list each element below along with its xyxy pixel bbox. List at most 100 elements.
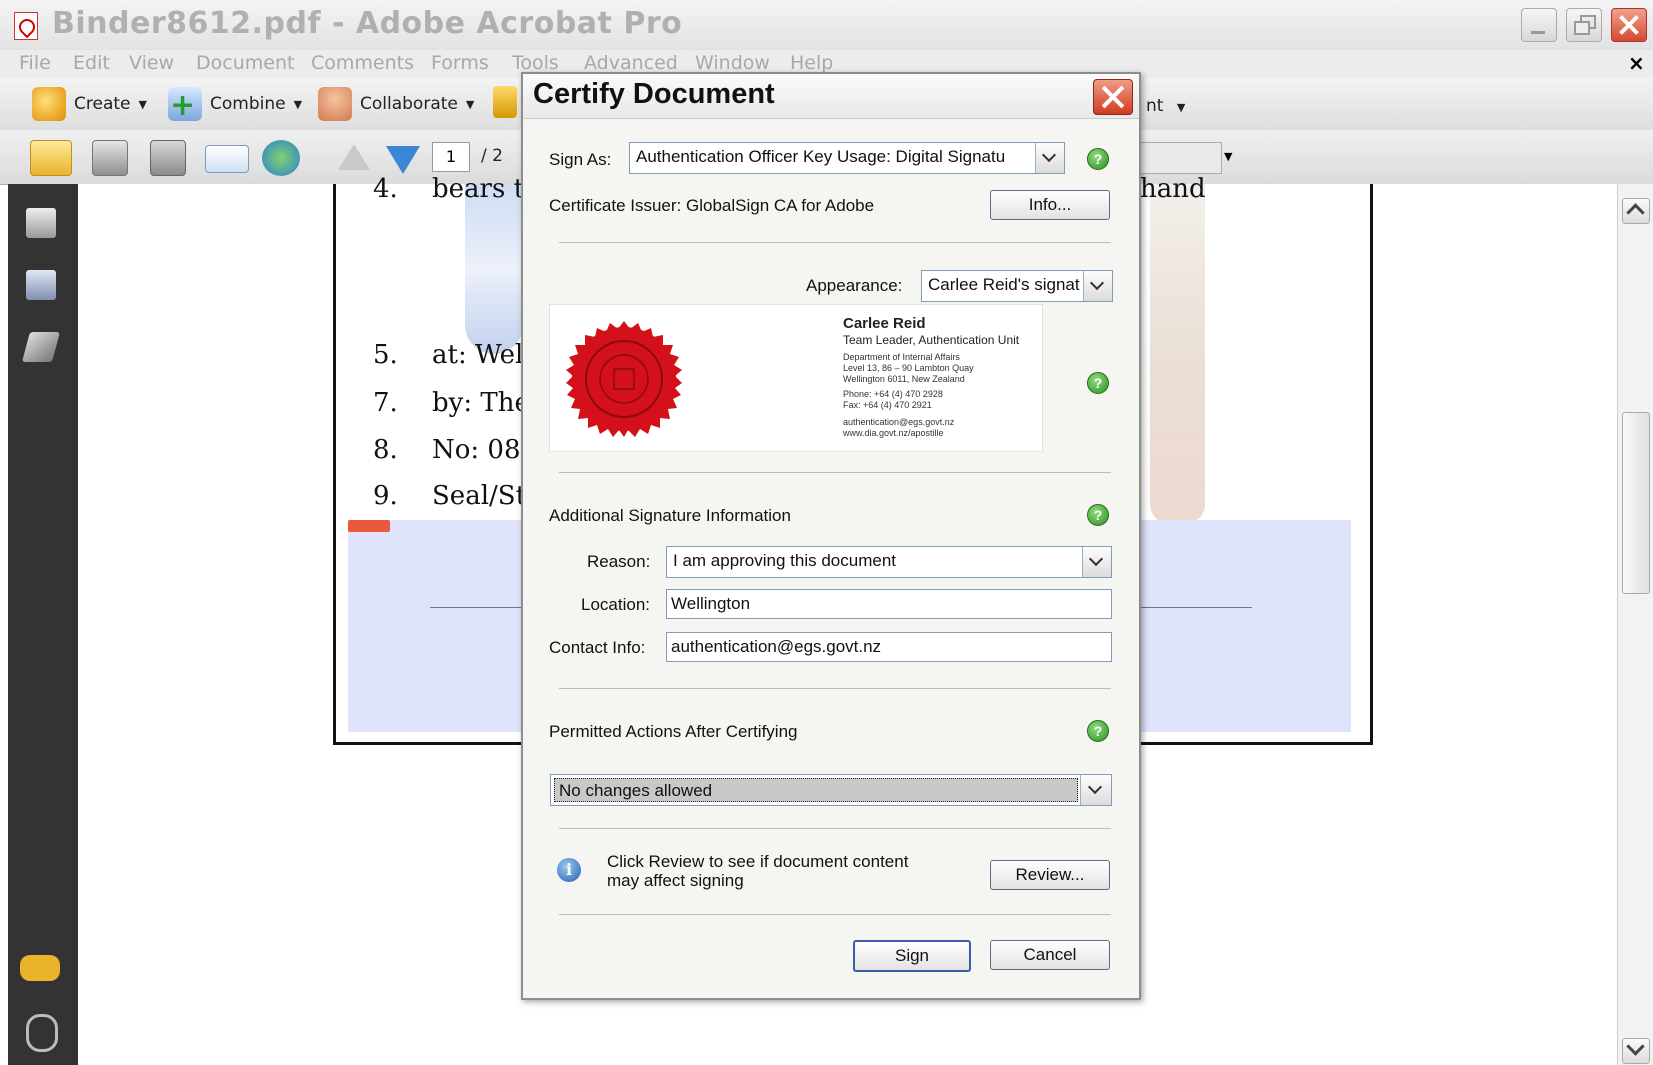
signature-line (430, 607, 525, 608)
appearance-select[interactable]: Carlee Reid's signat (921, 270, 1113, 302)
cancel-button[interactable]: Cancel (990, 940, 1110, 970)
doc-line-num: 8. (373, 435, 398, 465)
combine-button[interactable]: Combine ▼ (168, 86, 302, 122)
doc-line-num: 5. (373, 340, 398, 370)
create-icon (32, 87, 66, 121)
window-title: Binder8612.pdf - Adobe Acrobat Pro (52, 6, 683, 41)
attachment-icon[interactable] (26, 1014, 58, 1052)
location-field[interactable]: Wellington (666, 589, 1112, 619)
menu-edit[interactable]: Edit (73, 52, 110, 74)
zoom-field[interactable] (1140, 142, 1222, 174)
scroll-down-icon[interactable] (1622, 1038, 1650, 1064)
menu-file[interactable]: File (19, 52, 51, 74)
info-icon: i (557, 858, 581, 882)
sign-as-label: Sign As: (549, 150, 612, 169)
menu-view[interactable]: View (129, 52, 174, 74)
page-up-icon[interactable] (338, 144, 370, 170)
chevron-down-icon: ▼ (138, 97, 147, 111)
divider (559, 242, 1111, 243)
collaborate-icon (318, 87, 352, 121)
chevron-down-icon[interactable]: ▼ (1224, 150, 1232, 163)
menu-window[interactable]: Window (695, 52, 770, 74)
permitted-actions-heading: Permitted Actions After Certifying (549, 722, 798, 741)
menu-forms[interactable]: Forms (431, 52, 489, 74)
doc-line-text: by: The (432, 388, 530, 418)
sign-as-value: Authentication Officer Key Usage: Digita… (636, 147, 1006, 166)
chevron-down-icon[interactable] (1083, 271, 1112, 301)
pages-icon[interactable] (26, 208, 56, 238)
close-document-button[interactable]: × (1628, 51, 1645, 75)
collaborate-button[interactable]: Collaborate ▼ (318, 86, 474, 122)
chevron-down-icon: ▼ (1176, 101, 1186, 114)
chevron-down-icon[interactable] (1082, 547, 1111, 577)
chevron-down-icon[interactable] (1080, 775, 1111, 805)
close-icon[interactable] (1093, 79, 1133, 115)
chevron-down-icon[interactable] (1035, 143, 1064, 173)
location-label: Location: (581, 595, 650, 614)
help-icon[interactable]: ? (1087, 372, 1109, 394)
scroll-up-icon[interactable] (1622, 198, 1650, 224)
dialog-title: Certify Document (533, 78, 775, 110)
signer-detail: www.dia.govt.nz/apostille (843, 428, 944, 438)
location-value: Wellington (671, 594, 751, 613)
menu-document[interactable]: Document (196, 52, 294, 74)
scrollbar-thumb[interactable] (1622, 412, 1650, 594)
appearance-label: Appearance: (806, 276, 903, 295)
globe-icon[interactable] (262, 140, 300, 176)
toolbar-partial-button[interactable]: nt ▼ (1146, 96, 1185, 116)
signer-name: Carlee Reid (843, 315, 926, 332)
doc-line-text: at: Wel (432, 340, 524, 370)
reason-label: Reason: (587, 552, 651, 571)
save-icon[interactable] (150, 140, 186, 176)
sign-as-select[interactable]: Authentication Officer Key Usage: Digita… (629, 142, 1065, 174)
doc-line-num: 4. (373, 174, 398, 204)
vertical-scrollbar[interactable] (1617, 184, 1653, 1065)
email-icon[interactable] (205, 145, 249, 173)
field-tag-icon (348, 520, 390, 532)
close-window-button[interactable] (1611, 8, 1647, 42)
signer-detail: Level 13, 86 – 90 Lambton Quay (843, 363, 974, 373)
divider (559, 828, 1111, 829)
create-button[interactable]: Create ▼ (32, 86, 147, 122)
restore-button[interactable] (1566, 8, 1602, 42)
doc-line-num: 9. (373, 481, 398, 511)
menu-comments[interactable]: Comments (311, 52, 414, 74)
chevron-down-icon: ▼ (465, 97, 475, 111)
review-button[interactable]: Review... (990, 860, 1110, 890)
doc-line-text: Seal/St (432, 481, 527, 511)
menu-help[interactable]: Help (790, 52, 833, 74)
lock-icon[interactable] (493, 86, 517, 118)
sign-button[interactable]: Sign (853, 940, 971, 972)
signer-detail: Department of Internal Affairs (843, 352, 960, 362)
chevron-down-icon: ▼ (293, 97, 303, 111)
create-label: Create (74, 94, 131, 114)
minimize-button[interactable] (1521, 8, 1557, 42)
page-down-icon[interactable] (386, 146, 420, 174)
combine-icon (168, 87, 202, 121)
contact-info-label: Contact Info: (549, 638, 646, 657)
print-icon[interactable] (92, 140, 128, 176)
menu-tools[interactable]: Tools (512, 52, 559, 74)
signer-detail: Wellington 6011, New Zealand (843, 374, 965, 384)
help-icon[interactable]: ? (1087, 720, 1109, 742)
combine-label: Combine (210, 94, 286, 114)
menu-advanced[interactable]: Advanced (584, 52, 678, 74)
permitted-actions-select[interactable]: No changes allowed (550, 774, 1112, 806)
navigation-panel (8, 184, 78, 1065)
page-number-input[interactable]: 1 (432, 142, 470, 172)
open-folder-icon[interactable] (30, 140, 72, 176)
comments-icon[interactable] (20, 955, 60, 981)
signer-detail: Fax: +64 (4) 470 2921 (843, 400, 932, 410)
bookmarks-icon[interactable] (26, 270, 56, 300)
reason-select[interactable]: I am approving this document (666, 546, 1112, 578)
contact-info-field[interactable]: authentication@egs.govt.nz (666, 632, 1112, 662)
signer-detail: authentication@egs.govt.nz (843, 417, 955, 427)
doc-line-text: hand (1140, 174, 1206, 204)
flag-image (465, 184, 523, 354)
help-icon[interactable]: ? (1087, 148, 1109, 170)
info-button[interactable]: Info... (990, 190, 1110, 220)
toolbar-partial-label: nt (1146, 96, 1164, 116)
pdf-icon (14, 12, 38, 40)
help-icon[interactable]: ? (1087, 504, 1109, 526)
dialog-title-bar: Certify Document (523, 74, 1139, 119)
